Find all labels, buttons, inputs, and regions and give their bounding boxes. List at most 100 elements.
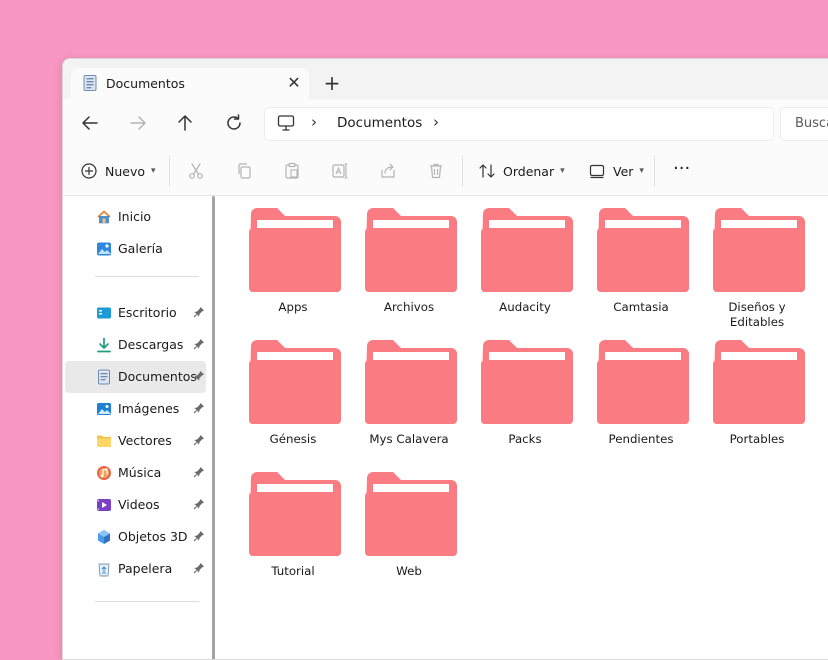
folder-label: Mys Calavera: [369, 432, 449, 446]
search-box[interactable]: Busca: [780, 107, 828, 141]
refresh-button[interactable]: [222, 111, 246, 135]
home-icon: [97, 210, 111, 224]
folder-label: Web: [396, 564, 422, 578]
copy-icon[interactable]: [235, 162, 253, 180]
rename-icon[interactable]: [331, 162, 349, 180]
folder-item[interactable]: Tutorial: [243, 460, 343, 584]
sidebar-item-label: Videos: [118, 497, 160, 512]
sidebar-scrollbar[interactable]: [209, 196, 219, 659]
folder-label: Archivos: [383, 300, 435, 314]
chevron-down-icon: ▾: [560, 166, 565, 176]
sidebar-item-galeria[interactable]: Galería: [65, 233, 206, 265]
arrow-right-icon: [130, 116, 146, 130]
sidebar-item-objetos-3d[interactable]: Objetos 3D: [65, 521, 206, 553]
folder-item[interactable]: Web: [359, 460, 459, 584]
pin-icon[interactable]: [193, 530, 205, 542]
folder-item[interactable]: Camtasia: [591, 196, 691, 320]
folder-item[interactable]: Pendientes: [591, 328, 691, 452]
folder-item[interactable]: Portables: [707, 328, 807, 452]
sidebar-item-imagenes[interactable]: Imágenes: [65, 393, 206, 425]
folder-icon: [365, 208, 457, 292]
folder-icon: [365, 340, 457, 424]
pin-icon[interactable]: [193, 562, 205, 574]
sidebar-item-documentos[interactable]: Documentos: [65, 361, 206, 393]
pin-icon[interactable]: [193, 306, 205, 318]
sort-label: Ordenar: [503, 163, 555, 179]
up-button[interactable]: [173, 111, 197, 135]
sidebar-item-vectores[interactable]: Vectores: [65, 425, 206, 457]
cut-icon[interactable]: [187, 162, 205, 180]
tab-documentos[interactable]: Documentos ✕: [71, 68, 309, 99]
share-icon[interactable]: [379, 162, 397, 180]
pin-icon[interactable]: [193, 338, 205, 350]
folder-item[interactable]: Archivos: [359, 196, 459, 320]
pin-icon[interactable]: [193, 370, 205, 382]
view-button[interactable]: Ver ▾: [588, 159, 644, 183]
pin-icon[interactable]: [193, 402, 205, 414]
folder-item[interactable]: Mys Calavera: [359, 328, 459, 452]
folder-item[interactable]: Génesis: [243, 328, 343, 452]
folder-icon: [713, 340, 805, 424]
sidebar-item-videos[interactable]: Videos: [65, 489, 206, 521]
scrollbar-thumb[interactable]: [212, 196, 215, 659]
new-tab-button[interactable]: +: [321, 72, 343, 94]
command-bar: Nuevo ▾ Ordenar ▾ Ver ▾ ···: [63, 147, 828, 196]
back-button[interactable]: [78, 111, 102, 135]
folder-label: Tutorial: [271, 564, 315, 578]
sidebar-item-descargas[interactable]: Descargas: [65, 329, 206, 361]
folder-icon: [365, 472, 457, 556]
folder-icon: [97, 435, 111, 447]
breadcrumb-documentos[interactable]: Documentos: [337, 115, 422, 131]
folder-label: Portables: [729, 432, 785, 446]
sidebar-item-label: Inicio: [118, 209, 152, 224]
navigation-pane: Inicio Galería Escritorio Descargas Docu…: [63, 196, 209, 659]
paste-icon[interactable]: [283, 162, 301, 180]
new-button[interactable]: Nuevo ▾: [80, 159, 156, 183]
folder-icon: [597, 208, 689, 292]
breadcrumb-chevron-icon[interactable]: ›: [433, 113, 439, 131]
forward-button[interactable]: [126, 111, 150, 135]
folder-icon: [713, 208, 805, 292]
sort-icon: [479, 164, 495, 178]
new-label: Nuevo: [105, 163, 146, 179]
chevron-down-icon: ▾: [639, 166, 644, 176]
search-placeholder: Busca: [795, 116, 828, 131]
folder-icon: [249, 340, 341, 424]
pin-icon[interactable]: [193, 466, 205, 478]
objects-3d-icon: [98, 530, 110, 544]
document-icon: [83, 75, 97, 91]
close-tab-icon[interactable]: ✕: [283, 72, 305, 94]
sidebar-item-escritorio[interactable]: Escritorio: [65, 297, 206, 329]
folder-item[interactable]: Packs: [475, 328, 575, 452]
sidebar-item-label: Escritorio: [118, 305, 177, 320]
document-icon: [98, 369, 110, 385]
address-bar[interactable]: › Documentos ›: [264, 107, 774, 141]
folder-item[interactable]: Apps: [243, 196, 343, 320]
music-icon: [97, 466, 111, 480]
folder-grid: Apps Archivos Audacity Camtasia Diseños …: [219, 196, 828, 659]
folder-icon: [249, 472, 341, 556]
folder-item[interactable]: Audacity: [475, 196, 575, 320]
folder-item[interactable]: Diseños y Editables: [707, 196, 807, 329]
sidebar-item-label: Objetos 3D: [118, 529, 188, 544]
breadcrumb-chevron-icon[interactable]: ›: [311, 113, 317, 131]
more-options-button[interactable]: ···: [673, 156, 690, 180]
toolbar-divider: [654, 155, 655, 187]
delete-icon[interactable]: [427, 162, 445, 180]
sidebar-item-inicio[interactable]: Inicio: [65, 201, 206, 233]
pin-icon[interactable]: [193, 498, 205, 510]
sidebar-divider: [95, 276, 199, 277]
folder-label: Pendientes: [608, 432, 674, 446]
view-icon: [589, 164, 605, 179]
desktop-icon: [97, 307, 111, 319]
pin-icon[interactable]: [193, 434, 205, 446]
sidebar-item-papelera[interactable]: Papelera: [65, 553, 206, 585]
folder-label: Apps: [278, 300, 308, 314]
sidebar-item-label: Música: [118, 465, 162, 480]
sort-button[interactable]: Ordenar ▾: [478, 159, 565, 183]
folder-icon: [597, 340, 689, 424]
sidebar-item-musica[interactable]: Música: [65, 457, 206, 489]
pictures-icon: [97, 403, 111, 415]
sidebar-item-label: Papelera: [118, 561, 173, 576]
folder-icon: [249, 208, 341, 292]
